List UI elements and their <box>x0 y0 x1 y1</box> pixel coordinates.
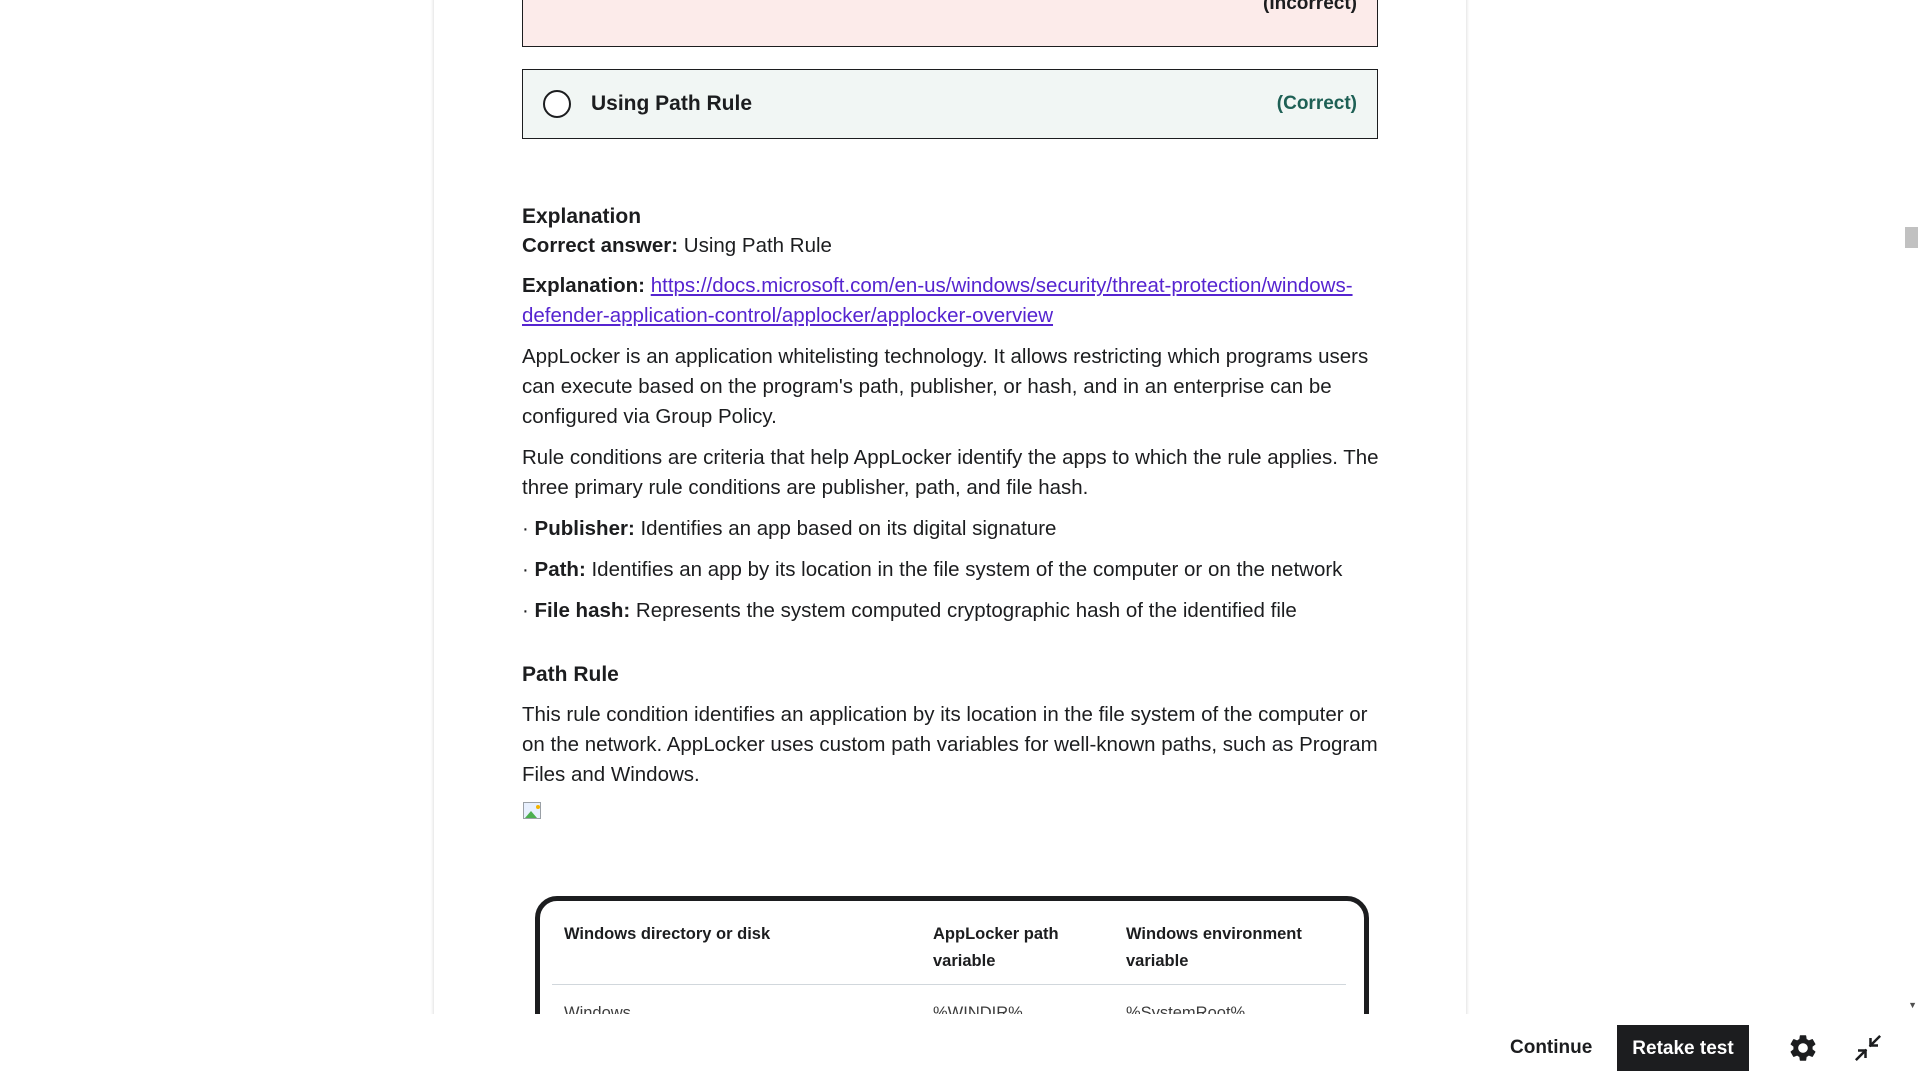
table-header-environment-variable: Windows environment variable <box>1126 925 1302 970</box>
path-rule-heading: Path Rule <box>522 663 619 686</box>
answer-option-correct[interactable]: Using Path Rule (Correct) <box>522 69 1378 139</box>
bullet-label: Publisher: <box>534 517 635 540</box>
correct-answer-label: Correct answer: <box>522 234 679 257</box>
explanation-link[interactable]: https://docs.microsoft.com/en-us/windows… <box>522 274 1353 327</box>
table-header-directory: Windows directory or disk <box>564 925 771 943</box>
explanation-link-line: Explanation: https://docs.microsoft.com/… <box>522 271 1382 331</box>
radio-button[interactable] <box>543 90 571 118</box>
answer-option-incorrect[interactable]: (Incorrect) <box>522 0 1378 47</box>
correct-answer-line: Correct answer: Using Path Rule <box>522 231 1382 261</box>
table-cell: %SystemRoot% <box>1126 1004 1246 1014</box>
collapse-icon[interactable] <box>1853 1033 1883 1063</box>
bullet-text: Represents the system computed cryptogra… <box>635 599 1297 622</box>
scroll-down-arrow-icon[interactable]: ▼ <box>1908 1000 1917 1010</box>
correct-answer-value: Using Path Rule <box>683 234 832 257</box>
bullet-text: Identifies an app based on its digital s… <box>640 517 1057 540</box>
retake-test-button[interactable]: Retake test <box>1617 1025 1749 1071</box>
explanation-paragraph-1: AppLocker is an application whitelisting… <box>522 345 1369 428</box>
continue-button[interactable]: Continue <box>1498 1025 1604 1071</box>
answer-label: Using Path Rule <box>591 92 753 115</box>
gear-icon[interactable] <box>1787 1032 1819 1064</box>
bullet-path: · Path: Identifies an app by its locatio… <box>522 558 1343 581</box>
explanation-section: Explanation Correct answer: Using Path R… <box>522 202 1382 829</box>
explanation-label: Explanation: <box>522 274 646 297</box>
path-rule-paragraph: This rule condition identifies an applic… <box>522 703 1378 786</box>
correct-status: (Correct) <box>1276 93 1357 114</box>
broken-image-icon <box>522 801 544 821</box>
table-divider <box>552 984 1346 985</box>
table-cell: Windows <box>564 1004 631 1014</box>
table-header-applocker-variable: AppLocker path variable <box>933 925 1059 970</box>
bullet-label: Path: <box>534 558 586 581</box>
table-cell: %WINDIR% <box>933 1004 1023 1014</box>
bullet-publisher: · Publisher: Identifies an app based on … <box>522 517 1057 540</box>
explanation-heading: Explanation <box>522 205 642 228</box>
vertical-scrollbar[interactable]: ▼ <box>1903 0 1920 1014</box>
bullet-label: File hash: <box>534 599 631 622</box>
path-variables-table: Windows directory or disk AppLocker path… <box>535 896 1369 1014</box>
bottom-action-bar: Continue Retake test <box>0 1014 1920 1080</box>
bullet-text: Identifies an app by its location in the… <box>591 558 1343 581</box>
incorrect-status: (Incorrect) <box>1263 0 1357 14</box>
explanation-paragraph-2: Rule conditions are criteria that help A… <box>522 446 1379 499</box>
bullet-file-hash: · File hash: Represents the system compu… <box>522 599 1297 622</box>
quiz-review-viewport: (Incorrect) Using Path Rule (Correct) Ex… <box>0 0 1920 1014</box>
scrollbar-thumb[interactable] <box>1905 227 1918 248</box>
